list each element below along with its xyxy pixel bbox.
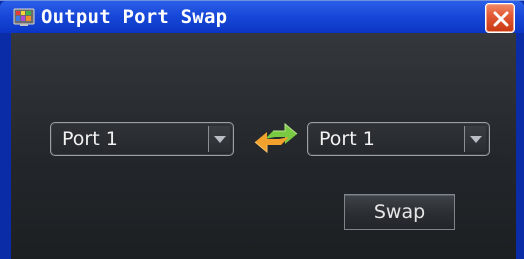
swap-arrows-icon <box>245 115 309 163</box>
right-port-value: Port 1 <box>319 128 375 150</box>
close-button[interactable] <box>485 3 515 33</box>
chevron-down-icon[interactable] <box>464 126 486 152</box>
chevron-down-icon[interactable] <box>208 126 230 152</box>
left-port-value: Port 1 <box>62 128 118 150</box>
dialog-window: Output Port Swap Port 1 Port 1 Swap <box>0 0 524 259</box>
left-port-select[interactable]: Port 1 <box>50 122 234 156</box>
swap-button[interactable]: Swap <box>344 194 455 230</box>
app-palette-icon <box>13 8 35 27</box>
title-bar[interactable]: Output Port Swap <box>0 1 524 33</box>
dialog-body: Port 1 Port 1 Swap <box>11 33 516 259</box>
window-title: Output Port Swap <box>41 6 228 28</box>
right-port-select[interactable]: Port 1 <box>307 122 490 156</box>
